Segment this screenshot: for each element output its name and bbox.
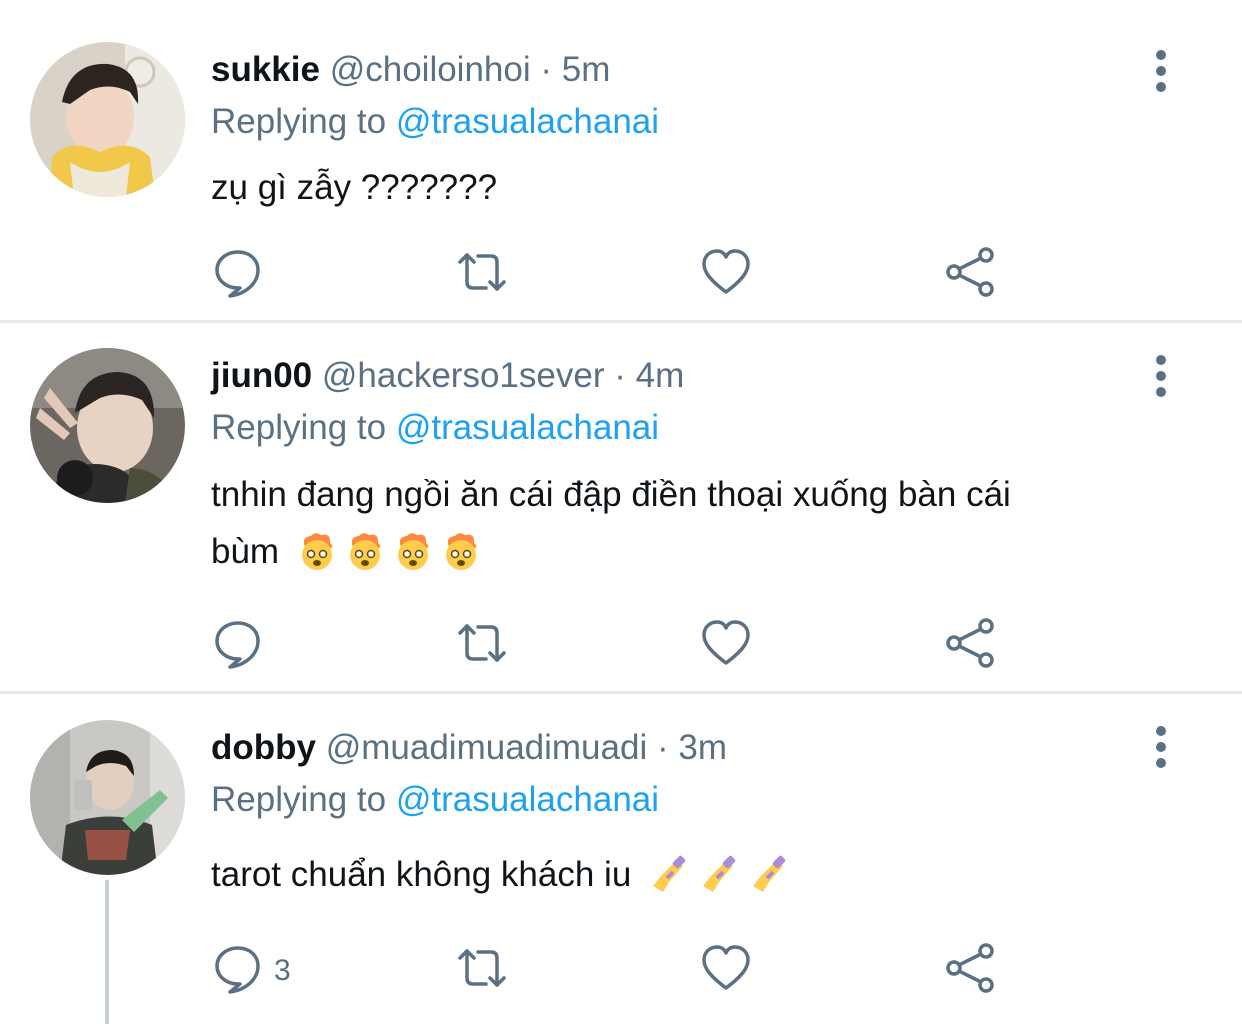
tweet-text-continuation: bùm	[211, 532, 280, 571]
like-icon[interactable]	[696, 613, 756, 673]
more-options-icon[interactable]	[1150, 49, 1172, 93]
more-options-icon[interactable]	[1150, 725, 1172, 769]
share-icon[interactable]	[940, 938, 1000, 998]
nail-polish-emoji	[747, 852, 789, 911]
separator-dot: ·	[656, 728, 669, 767]
replying-to-link[interactable]: @trasualachanai	[396, 102, 659, 141]
nail-polish-emoji	[697, 852, 739, 911]
avatar[interactable]	[30, 348, 185, 503]
replying-to-link[interactable]: @trasualachanai	[396, 780, 659, 819]
separator-dot: ·	[540, 50, 553, 89]
avatar[interactable]	[30, 720, 185, 875]
replying-to-label: Replying to	[211, 102, 387, 141]
reply-icon[interactable]	[208, 242, 268, 302]
tweet-sukkie[interactable]: sukkie @choiloinhoi · 5m Replying to @tr…	[0, 0, 1242, 320]
display-name[interactable]: jiun00	[211, 356, 312, 395]
retweet-icon[interactable]	[452, 242, 512, 302]
replying-to-link[interactable]: @trasualachanai	[396, 408, 659, 447]
tweet-jiun00[interactable]: jiun00 @hackerso1sever · 4m Replying to …	[0, 323, 1242, 691]
nail-polish-emoji	[647, 852, 689, 911]
tweet-text-line-2: bùm	[211, 523, 1201, 588]
user-handle[interactable]: @choiloinhoi	[330, 50, 531, 89]
replying-to-line: Replying to @trasualachanai	[211, 406, 659, 450]
tweet-text: tnhin đang ngồi ăn cái đập điền thoại xu…	[211, 466, 1201, 588]
reply-icon[interactable]	[208, 938, 268, 998]
replying-to-line: Replying to @trasualachanai	[211, 778, 659, 822]
user-handle[interactable]: @hackerso1sever	[322, 356, 605, 395]
timestamp[interactable]: 4m	[636, 356, 685, 395]
replying-to-line: Replying to @trasualachanai	[211, 100, 659, 144]
timestamp[interactable]: 5m	[562, 50, 611, 89]
avatar[interactable]	[30, 42, 185, 197]
retweet-icon[interactable]	[452, 938, 512, 998]
tweet-text-line: tnhin đang ngồi ăn cái đập điền thoại xu…	[211, 475, 1011, 514]
more-options-icon[interactable]	[1150, 354, 1172, 398]
tweet-header: jiun00 @hackerso1sever · 4m	[211, 354, 684, 398]
display-name[interactable]: sukkie	[211, 50, 320, 89]
exploding-head-emoji	[297, 531, 337, 588]
tweet-text: tarot chuẩn không khách iu	[211, 846, 1201, 911]
tweet-text-line: zụ gì zẫy ???????	[211, 168, 498, 207]
display-name[interactable]: dobby	[211, 728, 316, 767]
like-icon[interactable]	[696, 938, 756, 998]
share-icon[interactable]	[940, 613, 1000, 673]
tweet-header: dobby @muadimuadimuadi · 3m	[211, 726, 727, 770]
tweet-dobby[interactable]: dobby @muadimuadimuadi · 3m Replying to …	[0, 694, 1242, 1024]
tweet-header: sukkie @choiloinhoi · 5m	[211, 48, 610, 92]
replying-to-label: Replying to	[211, 780, 387, 819]
retweet-icon[interactable]	[452, 613, 512, 673]
user-handle[interactable]: @muadimuadimuadi	[326, 728, 648, 767]
exploding-head-emoji	[345, 531, 385, 588]
tweet-text-line: tarot chuẩn không khách iu	[211, 855, 632, 894]
reply-icon[interactable]	[208, 613, 268, 673]
share-icon[interactable]	[940, 242, 1000, 302]
reply-count: 3	[274, 954, 291, 987]
replying-to-label: Replying to	[211, 408, 387, 447]
exploding-head-emoji	[441, 531, 481, 588]
like-icon[interactable]	[696, 242, 756, 302]
timestamp[interactable]: 3m	[678, 728, 727, 767]
separator-dot: ·	[614, 356, 626, 395]
exploding-head-emoji	[393, 531, 433, 588]
tweet-text: zụ gì zẫy ???????	[211, 159, 1201, 216]
